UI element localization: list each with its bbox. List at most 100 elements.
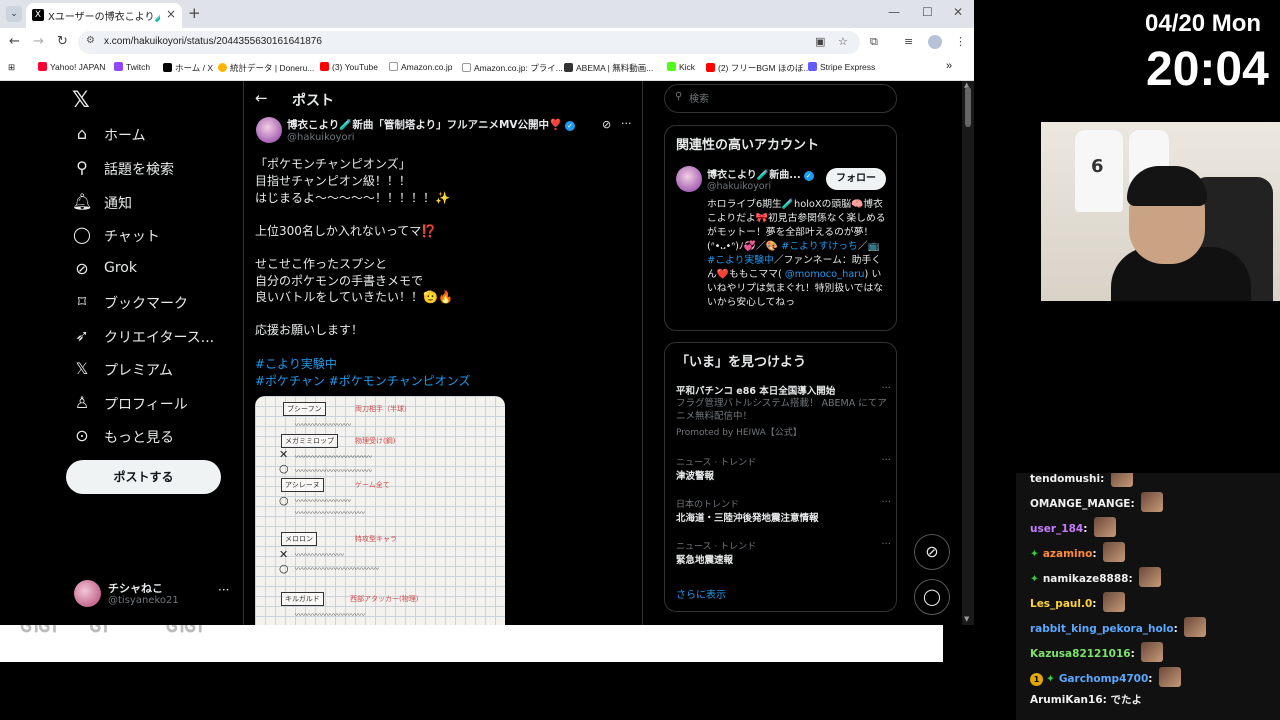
hashtag-link[interactable]: #こより実験中: [255, 355, 337, 372]
follow-button[interactable]: フォロー: [826, 168, 886, 190]
nav-explore[interactable]: ⚲ 話題を検索: [72, 155, 242, 185]
media-icon[interactable]: ≡: [904, 35, 913, 48]
install-icon[interactable]: ▣: [815, 35, 825, 48]
bookmark-x-home[interactable]: ホーム / X: [163, 62, 213, 74]
author-avatar[interactable]: [256, 117, 282, 143]
more-dots-icon[interactable]: ···: [218, 583, 229, 597]
nav-home[interactable]: ⌂ ホーム: [72, 121, 242, 151]
nav-creator-studio[interactable]: ➶ クリエイタース...: [72, 323, 242, 353]
home-icon: ⌂: [76, 124, 88, 143]
reload-icon[interactable]: ↻: [57, 34, 68, 49]
trend-item[interactable]: 日本のトレンド 北海道・三陸沖後発地震注意情報 ···: [676, 497, 891, 524]
extensions-icon[interactable]: ⧉: [870, 35, 878, 49]
tweet-text-line: せこせこ作ったスプシと: [255, 257, 388, 271]
back-arrow-icon[interactable]: ←: [255, 89, 268, 107]
memo-scribble: 〰〰〰〰〰〰〰: [295, 551, 344, 559]
handwritten-memo-image[interactable]: ブシーフン 両刀相手（半球） 〰〰〰〰〰〰〰〰 メガミミロップ 物理受け(鋼) …: [255, 396, 505, 625]
bio-hashtag-link[interactable]: #こより実験中: [707, 255, 774, 266]
chat-username[interactable]: ArumiKan16: [1030, 694, 1103, 706]
chat-username[interactable]: tendomushi: [1030, 473, 1100, 485]
window-close-icon[interactable]: ✕: [953, 5, 963, 19]
scroll-down-icon[interactable]: ▼: [964, 615, 969, 623]
chat-emote-icon: [1094, 517, 1117, 537]
bookmark-label: Kick: [679, 62, 696, 72]
profile-avatar-icon[interactable]: [928, 35, 942, 49]
bookmark-amazon[interactable]: Amazon.co.jp: [389, 62, 453, 72]
active-tab[interactable]: X Xユーザーの博衣こより🧪新曲「管制 ×: [26, 3, 182, 28]
more-dots-icon[interactable]: ···: [881, 383, 891, 394]
more-dots-icon[interactable]: ···: [621, 117, 632, 130]
nav-bookmarks[interactable]: ⌑ ブックマーク: [72, 289, 242, 319]
bookmark-twitch[interactable]: Twitch: [114, 62, 150, 72]
bookmark-yahoo[interactable]: Yahoo! JAPAN: [38, 62, 105, 72]
chat-separator: :: [1128, 573, 1137, 585]
nav-notifications[interactable]: 🔔︎ 通知: [72, 189, 242, 219]
nav-grok[interactable]: ⊘ Grok: [72, 256, 242, 286]
author-handle[interactable]: @hakuikoyori: [287, 132, 355, 143]
nav-premium[interactable]: 𝕏 プレミアム: [72, 356, 242, 386]
tab-close-icon[interactable]: ×: [166, 7, 176, 21]
account-switcher[interactable]: チシャねこ @tisyaneko21 ···: [72, 578, 242, 612]
site-info-icon[interactable]: ⚙: [86, 35, 95, 46]
tab-search-icon[interactable]: ⌄: [6, 6, 22, 22]
new-tab-icon[interactable]: +: [188, 4, 201, 22]
vertical-scrollbar[interactable]: ▲ ▼: [962, 81, 974, 625]
nav-chat[interactable]: ◯ チャット: [72, 222, 242, 252]
chat-separator: :: [1130, 498, 1139, 510]
bookmark-bgm[interactable]: (2) フリーBGM ほのぼ...: [706, 62, 811, 74]
trend-category: ニュース · トレンド: [676, 458, 757, 468]
minimize-icon[interactable]: —: [888, 5, 900, 19]
account-name[interactable]: 博衣こより🧪新曲... ✓: [707, 166, 814, 181]
address-bar[interactable]: ⚙ x.com/hakuikoyori/status/2044355630161…: [78, 31, 860, 54]
chat-separator: :: [1130, 648, 1139, 660]
more-circle-icon: ⊙: [75, 426, 89, 445]
post-button[interactable]: ポストする: [66, 460, 221, 494]
hashtag-link[interactable]: #ポケチャン #ポケモンチャンピオンズ: [255, 372, 470, 389]
more-dots-icon[interactable]: ···: [881, 539, 891, 550]
menu-icon[interactable]: ⋮: [955, 35, 966, 48]
more-dots-icon[interactable]: ···: [881, 455, 891, 466]
bookmark-stripe[interactable]: Stripe Express: [808, 62, 875, 72]
grok-fab-icon[interactable]: ⊘: [914, 534, 950, 570]
scroll-thumb[interactable]: [965, 87, 971, 127]
back-icon[interactable]: ←: [9, 34, 20, 49]
chat-fab-icon[interactable]: ◯: [914, 579, 950, 615]
search-input[interactable]: [689, 90, 879, 108]
trend-item[interactable]: ニュース · トレンド 津波警報 ···: [676, 455, 891, 482]
show-more-link[interactable]: さらに表示: [676, 586, 726, 601]
trend-item[interactable]: ニュース · トレンド 緊急地震速報 ···: [676, 539, 891, 566]
bookmarks-overflow-icon[interactable]: »: [946, 60, 952, 72]
apps-icon[interactable]: ⊞: [8, 62, 15, 73]
chat-username[interactable]: rabbit_king_pekora_holo: [1030, 623, 1174, 635]
bio-mention-link[interactable]: @momoco_haru: [785, 269, 865, 280]
x-logo-icon[interactable]: 𝕏: [72, 88, 90, 113]
forward-icon[interactable]: →: [33, 34, 44, 49]
avatar[interactable]: [676, 166, 702, 192]
chat-username[interactable]: namikaze8888: [1043, 573, 1129, 585]
bookmark-label: (2) フリーBGM ほのぼ...: [718, 63, 811, 73]
chat-username[interactable]: Kazusa82121016: [1030, 648, 1131, 660]
author-name[interactable]: 博衣こより🧪新曲「管制塔より」フルアニメMV公開中❣️ ✓: [287, 117, 607, 132]
maximize-icon[interactable]: ☐: [922, 5, 933, 19]
trend-promoted: Promoted by HEIWA【公式】: [676, 428, 802, 438]
bookmark-doneru[interactable]: 統計データ | Doneru...: [218, 62, 314, 74]
bookmark-kick[interactable]: Kick: [667, 62, 695, 72]
nav-more[interactable]: ⊙ もっと見る: [72, 423, 242, 453]
bookmark-star-icon[interactable]: ☆: [838, 35, 848, 48]
grok-icon[interactable]: ⊘: [602, 118, 611, 131]
memo-note: 西部アタッカー(物理): [350, 595, 419, 603]
search-box[interactable]: ⚲: [664, 84, 897, 113]
bookmark-amazon-prime[interactable]: Amazon.co.jp: プライ...: [462, 62, 563, 74]
nav-profile[interactable]: ♙ プロフィール: [72, 390, 242, 420]
chat-username[interactable]: azamino: [1043, 548, 1093, 560]
trend-item[interactable]: 平和パチンコ e86 本日全国導入開始 フラグ管理バトルシステム搭載！ ABEM…: [676, 383, 891, 438]
bookmark-youtube[interactable]: (3) YouTube: [320, 62, 378, 72]
chat-username[interactable]: Garchomp4700: [1059, 673, 1148, 685]
more-dots-icon[interactable]: ···: [881, 497, 891, 508]
chat-username[interactable]: user_184: [1030, 523, 1083, 535]
bookmark-abema[interactable]: ABEMA | 無料動画...: [564, 62, 653, 74]
chat-username[interactable]: OMANGE_MANGE: [1030, 498, 1130, 510]
badge-icon: ✦: [1046, 673, 1055, 685]
chat-username[interactable]: Les_paul.0: [1030, 598, 1092, 610]
bio-hashtag-link[interactable]: #こよりすけっち: [781, 241, 858, 252]
